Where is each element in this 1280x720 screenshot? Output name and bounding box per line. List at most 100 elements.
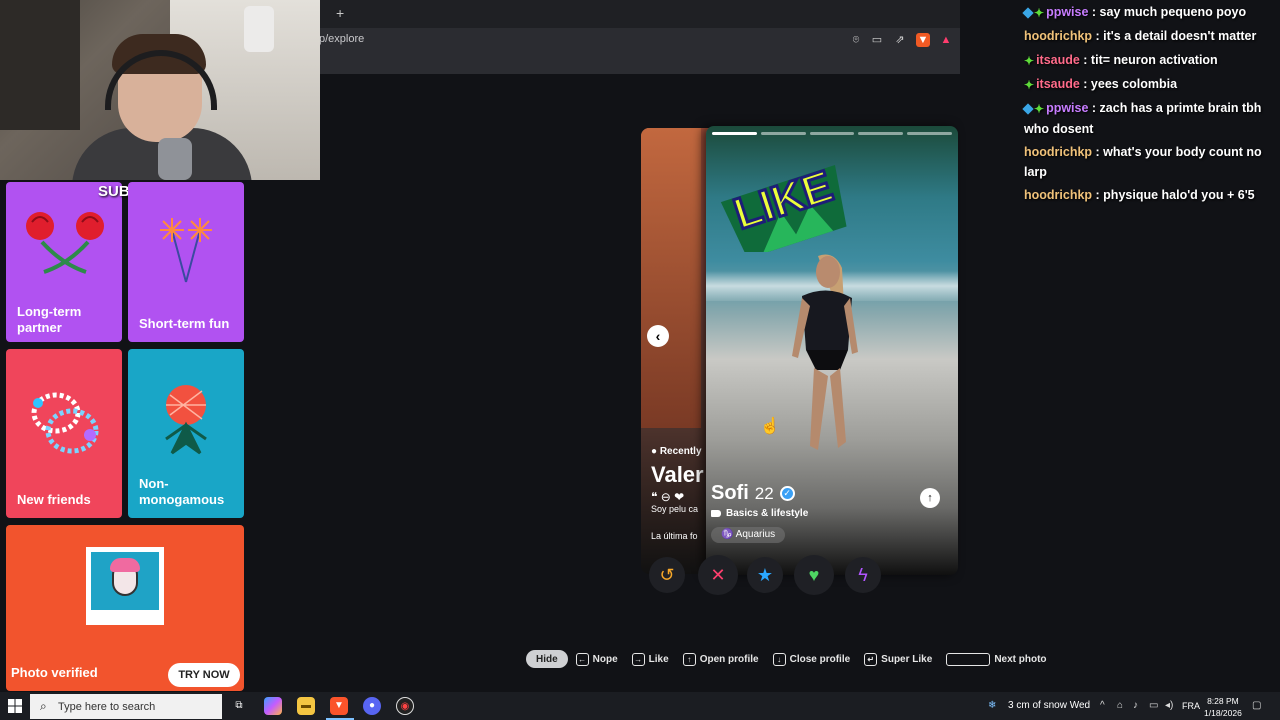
- brave-browser-icon[interactable]: ▼: [330, 697, 348, 715]
- explore-card-long-term-partner[interactable]: Long-term partner: [6, 182, 122, 342]
- profile-name: Sofi: [711, 482, 749, 504]
- explore-card-new-friends[interactable]: New friends: [6, 349, 122, 518]
- right-arrow-key-icon: →: [631, 652, 645, 666]
- rewind-button[interactable]: ↺: [649, 557, 685, 593]
- profile-card[interactable]: LIKE Sofi 22 ✓ Basics & lifestyle ♑ Aqua…: [706, 126, 958, 575]
- volume-icon[interactable]: ◂): [1165, 700, 1173, 711]
- photo-progress-segment[interactable]: [760, 132, 806, 135]
- copilot-icon[interactable]: [264, 697, 282, 715]
- shortcut-label: Super Like: [881, 653, 933, 665]
- chat-message: ✦ itsaude : yees colombia: [1024, 74, 1272, 95]
- basics-lifestyle-row: Basics & lifestyle: [711, 508, 808, 519]
- try-now-button[interactable]: TRY NOW: [168, 663, 240, 687]
- friendship-bracelets-icon: [31, 392, 99, 454]
- shortcut-super-like: ↵ Super Like: [864, 652, 933, 666]
- open-profile-button[interactable]: ↑: [920, 488, 940, 508]
- like-button[interactable]: ♥: [794, 555, 834, 595]
- photo-progress-segment[interactable]: [907, 132, 952, 135]
- keyboard-shortcuts-bar: Hide ← Nope → Like ↑ Open profile ↓ Close pr…: [526, 649, 1053, 669]
- chat-username[interactable]: hoodrichkp: [1024, 145, 1092, 159]
- recently-active-label: ● Recently: [651, 446, 702, 457]
- nope-button[interactable]: ✕: [698, 555, 738, 595]
- profile-photo-subject: [792, 254, 858, 450]
- pineapple-icon: [165, 385, 207, 455]
- chevron-up-icon[interactable]: ^: [1100, 700, 1105, 711]
- profile-name-row: Sofi 22 ✓: [711, 482, 795, 505]
- windows-start-icon[interactable]: [8, 699, 22, 713]
- obs-icon[interactable]: ◉: [396, 697, 414, 715]
- discord-icon[interactable]: ●: [363, 697, 381, 715]
- url-text[interactable]: p/explore: [319, 33, 364, 45]
- sparklers-icon: [160, 218, 212, 283]
- task-view-icon[interactable]: ⧉: [230, 697, 248, 715]
- profile-age: 22: [754, 484, 774, 503]
- shortcut-nope: ← Nope: [575, 652, 618, 666]
- subscriber-badge-icon: [1022, 7, 1034, 19]
- input-language[interactable]: FRA: [1182, 701, 1200, 711]
- gem-badge-icon: ✦: [1034, 102, 1045, 116]
- previous-profile-name: Valer: [651, 462, 704, 487]
- taskbar-search-input[interactable]: Type here to search: [30, 694, 222, 719]
- previous-profile-quote-icons: ❝ ⊖ ❤: [651, 490, 685, 504]
- hide-shortcuts-button[interactable]: Hide: [526, 650, 568, 668]
- chat-username[interactable]: hoodrichkp: [1024, 29, 1092, 43]
- explore-card-photo-verified[interactable]: Photo verified TRY NOW: [6, 525, 244, 691]
- file-explorer-icon[interactable]: ▬: [297, 697, 315, 715]
- up-arrow-key-icon: ↑: [682, 652, 696, 666]
- search-icon: ⌕: [40, 699, 47, 713]
- brave-rewards-icon[interactable]: ▲: [939, 33, 953, 47]
- network-icon[interactable]: ⌂: [1117, 700, 1123, 711]
- notifications-icon[interactable]: ▢: [1252, 700, 1261, 711]
- space-key-icon: [946, 652, 991, 666]
- boost-button[interactable]: ϟ: [845, 557, 881, 593]
- photo-progress-segment[interactable]: [712, 132, 757, 135]
- microphone-icon[interactable]: ♪: [1133, 700, 1138, 711]
- browser-tab-bar: [320, 0, 960, 28]
- like-stamp-overlay: LIKE: [720, 160, 847, 252]
- chat-text: : tit= neuron activation: [1079, 53, 1218, 67]
- chat-username[interactable]: ppwise: [1046, 5, 1088, 19]
- shortcut-label: Close profile: [789, 653, 851, 665]
- stream-chat: ✦ ppwise : say much pequeno poyo hoodrichk…: [1020, 0, 1280, 210]
- chat-text: : physique halo'd you + 6'5: [1092, 188, 1255, 202]
- enter-key-icon: ↵: [864, 652, 878, 666]
- taskbar-clock[interactable]: 8:28 PM 1/18/2026: [1204, 695, 1242, 719]
- weather-text[interactable]: 3 cm of snow Wed: [1008, 700, 1090, 711]
- screencast-icon[interactable]: ▭: [870, 33, 884, 47]
- brave-shield-icon[interactable]: ▼: [916, 33, 930, 47]
- photo-progress-segment[interactable]: [858, 132, 904, 135]
- super-like-button[interactable]: ★: [747, 557, 783, 593]
- previous-photo-button[interactable]: ‹: [647, 325, 669, 347]
- left-arrow-key-icon: ←: [575, 652, 589, 666]
- explore-card-label: Photo verified: [11, 665, 98, 680]
- chat-message: hoodrichkp : what's your body count no l…: [1024, 142, 1272, 182]
- shortcut-label: Like: [648, 653, 669, 665]
- monitor-icon[interactable]: ▭: [1149, 700, 1158, 711]
- chat-username[interactable]: ppwise: [1046, 101, 1088, 115]
- new-tab-button[interactable]: +: [336, 5, 344, 21]
- chat-username[interactable]: itsaude: [1036, 77, 1080, 91]
- basics-lifestyle-label: Basics & lifestyle: [726, 508, 809, 519]
- gem-badge-icon: ✦: [1024, 54, 1035, 68]
- polaroid-icon: [86, 547, 164, 625]
- weather-icon: ❄: [988, 700, 997, 711]
- gem-badge-icon: ✦: [1034, 6, 1045, 20]
- address-bar[interactable]: [320, 28, 960, 52]
- verified-check-icon: ✓: [779, 486, 795, 501]
- webcam-overlay: [0, 0, 320, 180]
- explore-card-label: Short-term fun: [139, 316, 230, 331]
- location-icon[interactable]: ⌾: [849, 33, 863, 47]
- explore-card-label: New friends: [17, 492, 91, 507]
- chat-username[interactable]: itsaude: [1036, 53, 1080, 67]
- microphone: [158, 138, 192, 180]
- share-icon[interactable]: ⇗: [893, 33, 907, 47]
- zodiac-chip: ♑ Aquarius: [711, 527, 786, 543]
- shortcut-label: Nope: [592, 653, 618, 665]
- subscriber-badge-icon: [1022, 103, 1034, 115]
- roses-icon: [26, 212, 104, 274]
- chat-username[interactable]: hoodrichkp: [1024, 188, 1092, 202]
- photo-progress-segment[interactable]: [809, 132, 855, 135]
- explore-card-non-monogamous[interactable]: Non-monogamous: [128, 349, 244, 518]
- explore-card-short-term-fun[interactable]: Short-term fun: [128, 182, 244, 342]
- previous-profile-bio-2: La última fo: [651, 531, 698, 541]
